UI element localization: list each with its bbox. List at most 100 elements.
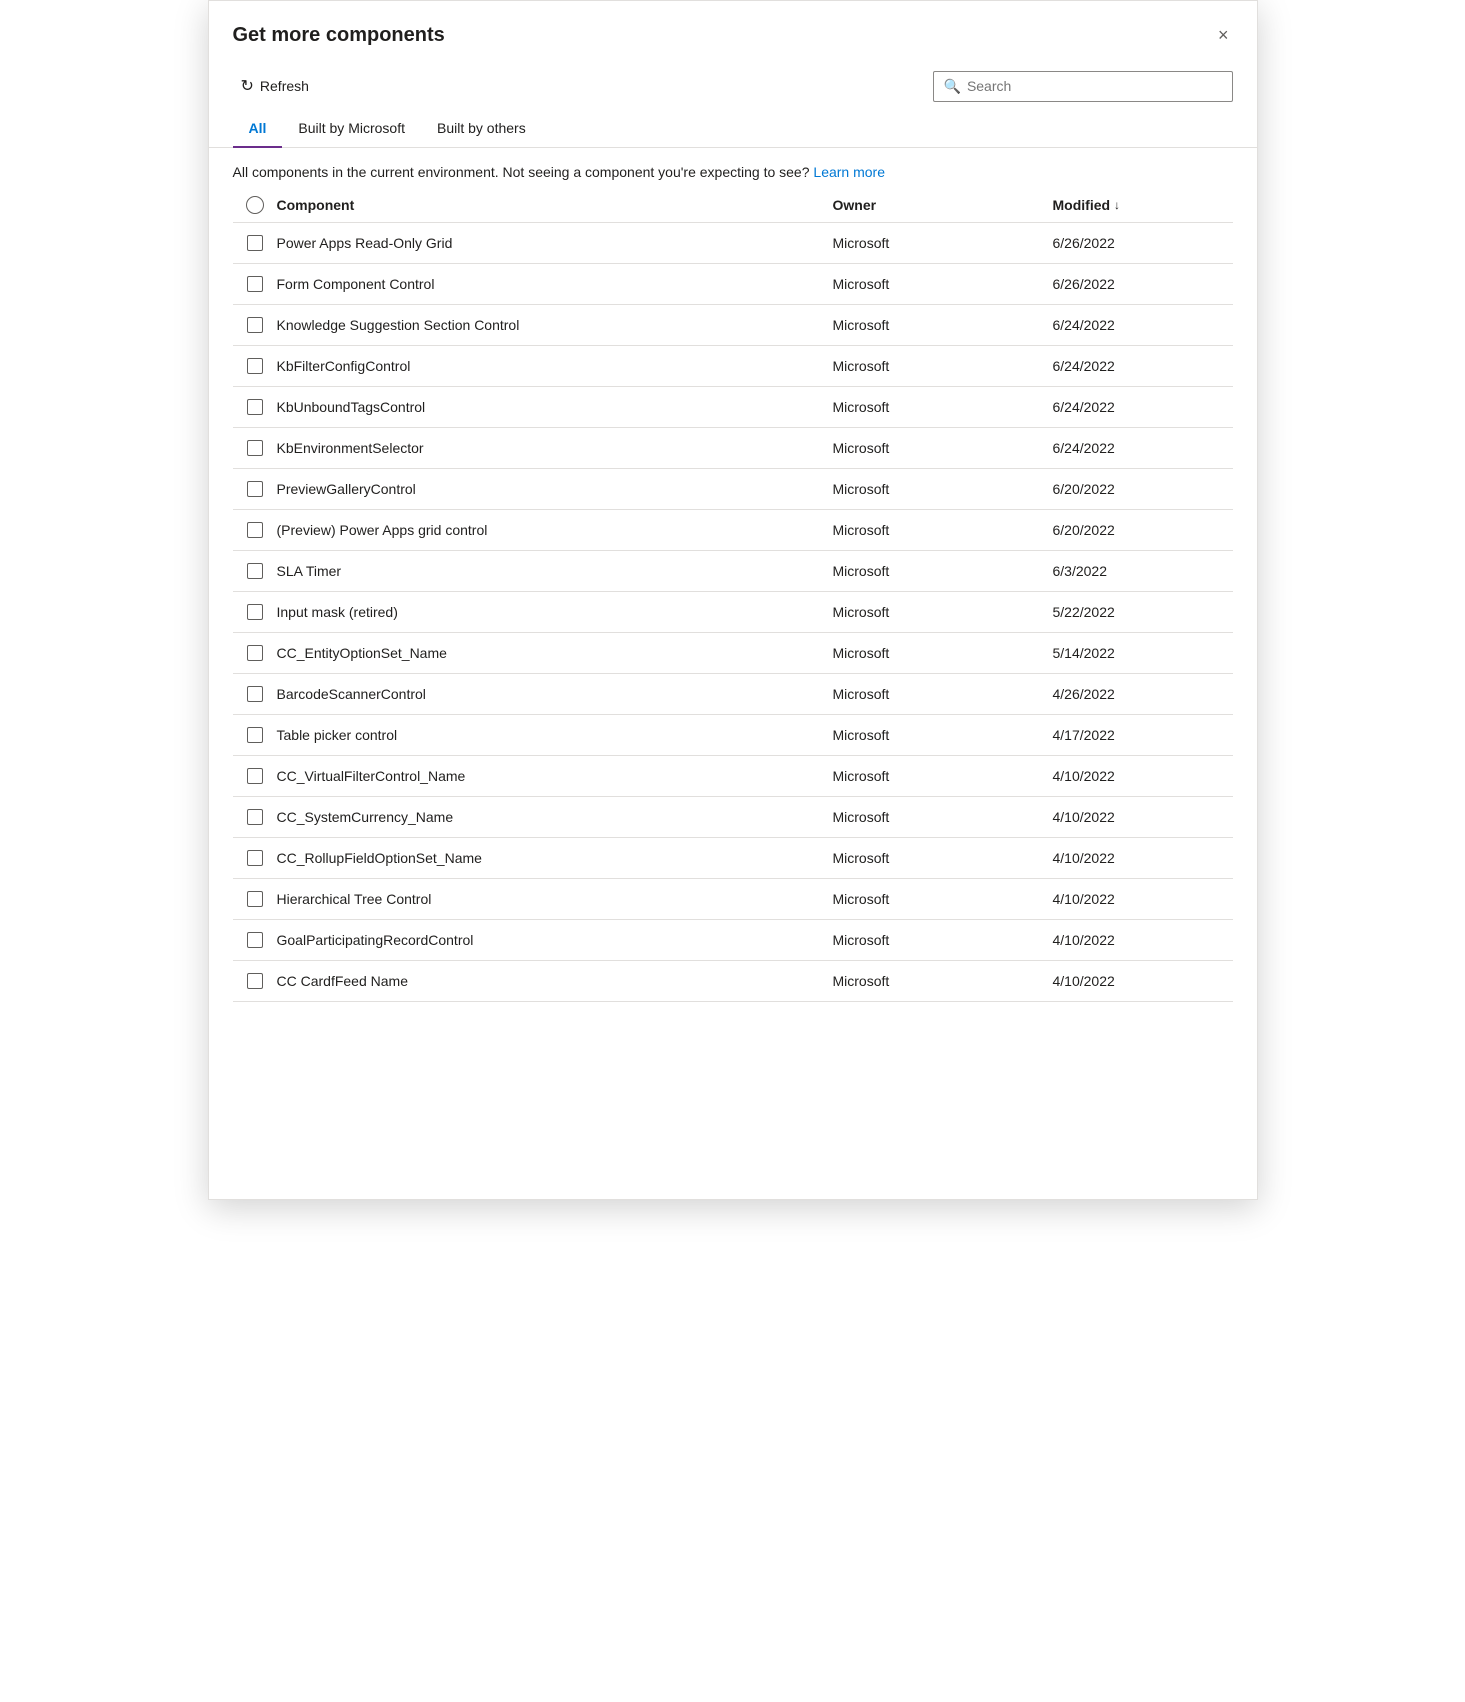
tab-built-by-others[interactable]: Built by others xyxy=(421,110,542,148)
row-checkbox[interactable] xyxy=(247,686,263,702)
row-checkbox[interactable] xyxy=(247,358,263,374)
row-checkbox[interactable] xyxy=(247,727,263,743)
cell-component: (Preview) Power Apps grid control xyxy=(277,522,833,538)
cell-component: CC CardfFeed Name xyxy=(277,973,833,989)
row-checkbox[interactable] xyxy=(247,850,263,866)
cell-modified: 4/10/2022 xyxy=(1053,973,1233,989)
close-button[interactable]: × xyxy=(1214,21,1233,50)
cell-owner: Microsoft xyxy=(833,440,1053,456)
cell-component: KbFilterConfigControl xyxy=(277,358,833,374)
row-checkbox[interactable] xyxy=(247,891,263,907)
table-row[interactable]: SLA Timer Microsoft 6/3/2022 xyxy=(233,551,1233,592)
row-checkbox[interactable] xyxy=(247,276,263,292)
row-checkbox[interactable] xyxy=(247,481,263,497)
cell-owner: Microsoft xyxy=(833,522,1053,538)
refresh-button[interactable]: ↻ Refresh xyxy=(233,70,317,102)
row-checkbox[interactable] xyxy=(247,522,263,538)
cell-modified: 5/22/2022 xyxy=(1053,604,1233,620)
row-checkbox[interactable] xyxy=(247,317,263,333)
cell-owner: Microsoft xyxy=(833,891,1053,907)
components-table: Component Owner Modified ↓ Power Apps Re… xyxy=(209,188,1257,1002)
table-row[interactable]: PreviewGalleryControl Microsoft 6/20/202… xyxy=(233,469,1233,510)
tab-all[interactable]: All xyxy=(233,110,283,148)
table-row[interactable]: Power Apps Read-Only Grid Microsoft 6/26… xyxy=(233,223,1233,264)
column-header-component: Component xyxy=(277,197,833,213)
table-row[interactable]: CC_SystemCurrency_Name Microsoft 4/10/20… xyxy=(233,797,1233,838)
row-checkbox[interactable] xyxy=(247,604,263,620)
table-row[interactable]: CC_EntityOptionSet_Name Microsoft 5/14/2… xyxy=(233,633,1233,674)
row-checkbox-cell xyxy=(233,973,277,989)
table-row[interactable]: Knowledge Suggestion Section Control Mic… xyxy=(233,305,1233,346)
row-checkbox[interactable] xyxy=(247,563,263,579)
table-row[interactable]: Input mask (retired) Microsoft 5/22/2022 xyxy=(233,592,1233,633)
tabs-container: All Built by Microsoft Built by others xyxy=(209,110,1257,148)
tab-built-by-microsoft[interactable]: Built by Microsoft xyxy=(282,110,421,148)
learn-more-link[interactable]: Learn more xyxy=(813,164,885,180)
cell-component: Knowledge Suggestion Section Control xyxy=(277,317,833,333)
row-checkbox-cell xyxy=(233,850,277,866)
cell-owner: Microsoft xyxy=(833,235,1053,251)
toolbar: ↻ Refresh 🔍 xyxy=(209,62,1257,110)
row-checkbox[interactable] xyxy=(247,645,263,661)
cell-modified: 6/20/2022 xyxy=(1053,481,1233,497)
header-checkbox-cell xyxy=(233,196,277,214)
row-checkbox[interactable] xyxy=(247,768,263,784)
cell-component: Power Apps Read-Only Grid xyxy=(277,235,833,251)
row-checkbox[interactable] xyxy=(247,399,263,415)
cell-owner: Microsoft xyxy=(833,358,1053,374)
table-row[interactable]: KbUnboundTagsControl Microsoft 6/24/2022 xyxy=(233,387,1233,428)
select-all-checkbox[interactable] xyxy=(246,196,264,214)
search-box: 🔍 xyxy=(933,71,1233,102)
cell-component: GoalParticipatingRecordControl xyxy=(277,932,833,948)
table-row[interactable]: CC_RollupFieldOptionSet_Name Microsoft 4… xyxy=(233,838,1233,879)
row-checkbox[interactable] xyxy=(247,235,263,251)
row-checkbox-cell xyxy=(233,604,277,620)
get-more-components-dialog: Get more components × ↻ Refresh 🔍 All Bu… xyxy=(208,0,1258,1200)
row-checkbox-cell xyxy=(233,563,277,579)
row-checkbox-cell xyxy=(233,932,277,948)
row-checkbox-cell xyxy=(233,399,277,415)
cell-modified: 4/17/2022 xyxy=(1053,727,1233,743)
table-row[interactable]: BarcodeScannerControl Microsoft 4/26/202… xyxy=(233,674,1233,715)
row-checkbox[interactable] xyxy=(247,932,263,948)
row-checkbox[interactable] xyxy=(247,440,263,456)
cell-owner: Microsoft xyxy=(833,850,1053,866)
cell-component: CC_EntityOptionSet_Name xyxy=(277,645,833,661)
table-row[interactable]: CC CardfFeed Name Microsoft 4/10/2022 xyxy=(233,961,1233,1002)
row-checkbox-cell xyxy=(233,768,277,784)
table-row[interactable]: KbEnvironmentSelector Microsoft 6/24/202… xyxy=(233,428,1233,469)
info-bar: All components in the current environmen… xyxy=(209,148,1257,188)
table-row[interactable]: Table picker control Microsoft 4/17/2022 xyxy=(233,715,1233,756)
cell-owner: Microsoft xyxy=(833,563,1053,579)
dialog-header: Get more components × xyxy=(209,1,1257,62)
cell-owner: Microsoft xyxy=(833,604,1053,620)
row-checkbox-cell xyxy=(233,440,277,456)
row-checkbox-cell xyxy=(233,235,277,251)
table-row[interactable]: Hierarchical Tree Control Microsoft 4/10… xyxy=(233,879,1233,920)
cell-modified: 4/10/2022 xyxy=(1053,891,1233,907)
row-checkbox[interactable] xyxy=(247,973,263,989)
table-row[interactable]: GoalParticipatingRecordControl Microsoft… xyxy=(233,920,1233,961)
cell-modified: 6/26/2022 xyxy=(1053,235,1233,251)
cell-owner: Microsoft xyxy=(833,481,1053,497)
cell-owner: Microsoft xyxy=(833,973,1053,989)
row-checkbox-cell xyxy=(233,891,277,907)
info-text: All components in the current environmen… xyxy=(233,164,810,180)
cell-modified: 6/24/2022 xyxy=(1053,399,1233,415)
cell-owner: Microsoft xyxy=(833,932,1053,948)
row-checkbox-cell xyxy=(233,645,277,661)
search-input[interactable] xyxy=(967,78,1222,94)
sort-arrow-icon: ↓ xyxy=(1114,198,1120,212)
table-row[interactable]: CC_VirtualFilterControl_Name Microsoft 4… xyxy=(233,756,1233,797)
cell-modified: 6/24/2022 xyxy=(1053,358,1233,374)
cell-modified: 6/20/2022 xyxy=(1053,522,1233,538)
cell-modified: 4/10/2022 xyxy=(1053,809,1233,825)
column-header-modified[interactable]: Modified ↓ xyxy=(1053,197,1233,213)
table-row[interactable]: KbFilterConfigControl Microsoft 6/24/202… xyxy=(233,346,1233,387)
cell-modified: 4/10/2022 xyxy=(1053,932,1233,948)
table-row[interactable]: Form Component Control Microsoft 6/26/20… xyxy=(233,264,1233,305)
cell-owner: Microsoft xyxy=(833,686,1053,702)
row-checkbox-cell xyxy=(233,727,277,743)
table-row[interactable]: (Preview) Power Apps grid control Micros… xyxy=(233,510,1233,551)
row-checkbox[interactable] xyxy=(247,809,263,825)
